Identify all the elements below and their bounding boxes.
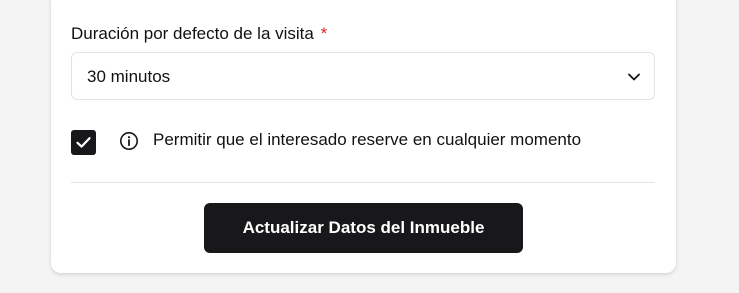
update-property-button[interactable]: Actualizar Datos del Inmueble (204, 203, 523, 253)
allow-anytime-checkbox[interactable] (71, 130, 96, 155)
duration-select-value: 30 minutos (87, 67, 171, 86)
chevron-down-icon (626, 69, 642, 85)
duration-label-text: Duración por defecto de la visita (71, 24, 314, 43)
info-icon[interactable] (119, 131, 139, 151)
duration-field-label: Duración por defecto de la visita * (71, 23, 327, 45)
divider (71, 182, 655, 183)
duration-select[interactable]: 30 minutos (71, 52, 655, 100)
required-marker: * (320, 24, 328, 43)
settings-card: Duración por defecto de la visita * 30 m… (51, 0, 676, 273)
allow-anytime-label[interactable]: Permitir que el interesado reserve en cu… (153, 129, 581, 151)
